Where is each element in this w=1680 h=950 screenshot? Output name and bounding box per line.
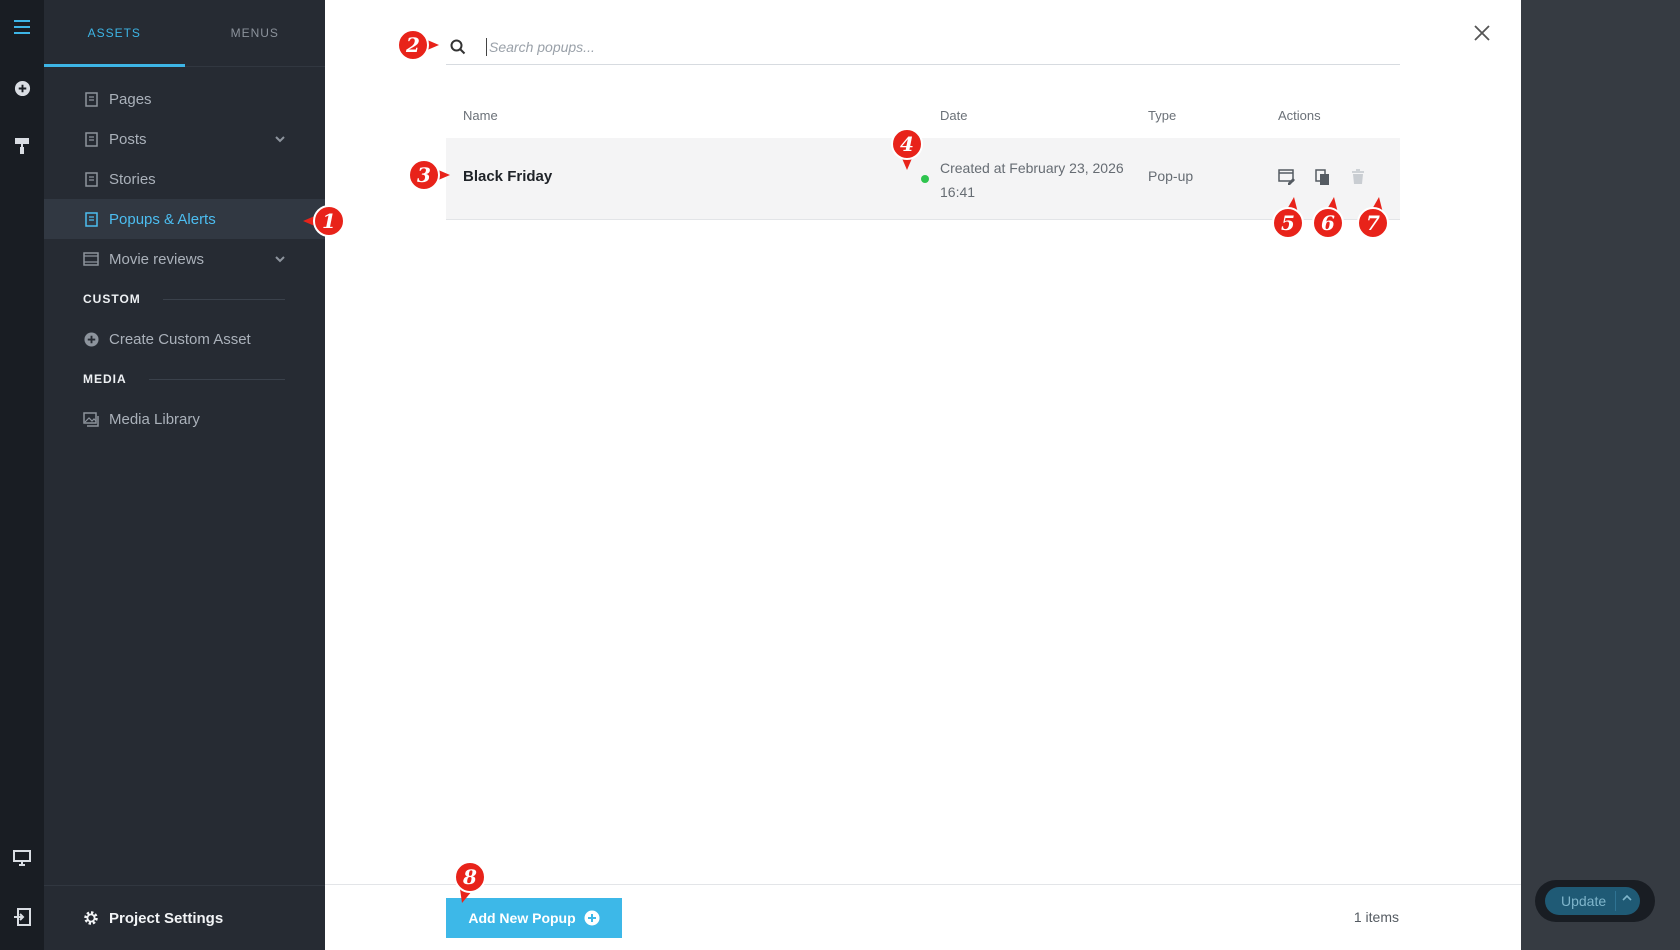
popup-name: Black Friday (463, 168, 553, 185)
gear-icon (83, 910, 99, 926)
icon-rail (0, 0, 44, 950)
sidebar-item-stories[interactable]: Stories (44, 159, 325, 199)
annotation-badge-3: 3 (406, 157, 450, 193)
close-icon[interactable] (1471, 22, 1493, 44)
page-icon (83, 91, 99, 107)
sidebar-item-label: Media Library (109, 410, 200, 428)
edit-icon[interactable] (1276, 166, 1298, 188)
divider (1615, 891, 1616, 911)
sidebar-item-popups-alerts[interactable]: Popups & Alerts (44, 199, 325, 239)
assets-sidebar: ASSETS MENUS Pages Posts Stories Popups … (44, 0, 325, 950)
column-header-actions: Actions (1278, 108, 1321, 123)
duplicate-icon[interactable] (1311, 166, 1333, 188)
chevron-down-icon[interactable] (275, 131, 285, 148)
hamburger-menu-icon[interactable] (0, 9, 44, 45)
sidebar-tabs: ASSETS MENUS (44, 0, 325, 67)
modal-footer: Add New Popup 1 items (325, 884, 1521, 950)
section-custom-heading: CUSTOM (44, 279, 325, 319)
add-circle-icon (584, 910, 600, 926)
sidebar-item-media-library[interactable]: Media Library (44, 399, 325, 439)
column-header-type: Type (1148, 108, 1177, 123)
exit-icon[interactable] (0, 899, 44, 935)
sidebar-item-label: Popups & Alerts (109, 210, 216, 228)
sidebar-item-posts[interactable]: Posts (44, 119, 325, 159)
image-gallery-icon (83, 411, 99, 427)
search-bar (446, 30, 1400, 65)
annotation-badge-5: 5 (1270, 197, 1306, 241)
column-header-name: Name (463, 108, 498, 123)
items-count: 1 items (1353, 909, 1399, 925)
annotation-badge-1: 1 (303, 203, 347, 239)
annotation-badge-4: 4 (889, 126, 925, 170)
add-new-popup-button[interactable]: Add New Popup (446, 898, 622, 938)
add-new-popup-label: Add New Popup (468, 910, 576, 926)
annotation-badge-8: 8 (452, 859, 488, 903)
sidebar-item-label: Pages (109, 90, 152, 108)
project-settings-label: Project Settings (109, 909, 224, 927)
tab-menus[interactable]: MENUS (185, 0, 326, 66)
sidebar-item-pages[interactable]: Pages (44, 79, 325, 119)
search-input[interactable] (486, 38, 1291, 56)
page-icon (83, 171, 99, 187)
desktop-monitor-icon[interactable] (0, 840, 44, 876)
delete-icon[interactable] (1347, 166, 1369, 188)
popup-type: Pop-up (1148, 168, 1194, 184)
sidebar-item-movie-reviews[interactable]: Movie reviews (44, 239, 325, 279)
status-dot (921, 175, 929, 183)
annotation-badge-6: 6 (1310, 197, 1346, 241)
annotation-badge-2: 2 (395, 27, 439, 63)
annotation-badge-7: 7 (1355, 197, 1391, 241)
chevron-down-icon[interactable] (275, 251, 285, 268)
add-circle-icon[interactable] (0, 70, 44, 106)
divider (162, 298, 285, 300)
page-icon (83, 131, 99, 147)
divider (148, 378, 285, 380)
update-button[interactable]: Update (1545, 887, 1640, 915)
sidebar-item-label: Create Custom Asset (109, 330, 251, 348)
sidebar-nav: Pages Posts Stories Popups & Alerts Movi… (44, 79, 325, 439)
sidebar-item-label: Movie reviews (109, 250, 205, 268)
sidebar-item-label: Posts (109, 130, 147, 148)
update-bar: Update (1535, 880, 1655, 922)
sidebar-item-create-custom-asset[interactable]: Create Custom Asset (44, 319, 325, 359)
popup-date: Created at February 23, 2026 16:41 (940, 160, 1124, 200)
project-settings-button[interactable]: Project Settings (44, 885, 325, 950)
paint-roller-icon[interactable] (0, 128, 44, 164)
section-media-heading: MEDIA (44, 359, 325, 399)
add-circle-icon (83, 331, 99, 347)
column-header-date: Date (940, 108, 968, 123)
chevron-up-icon[interactable] (1622, 893, 1632, 903)
tab-assets[interactable]: ASSETS (44, 0, 185, 67)
film-icon (83, 251, 99, 267)
sidebar-item-label: Stories (109, 170, 156, 188)
page-icon (83, 211, 99, 227)
search-icon (450, 39, 472, 55)
update-label: Update (1561, 893, 1607, 909)
